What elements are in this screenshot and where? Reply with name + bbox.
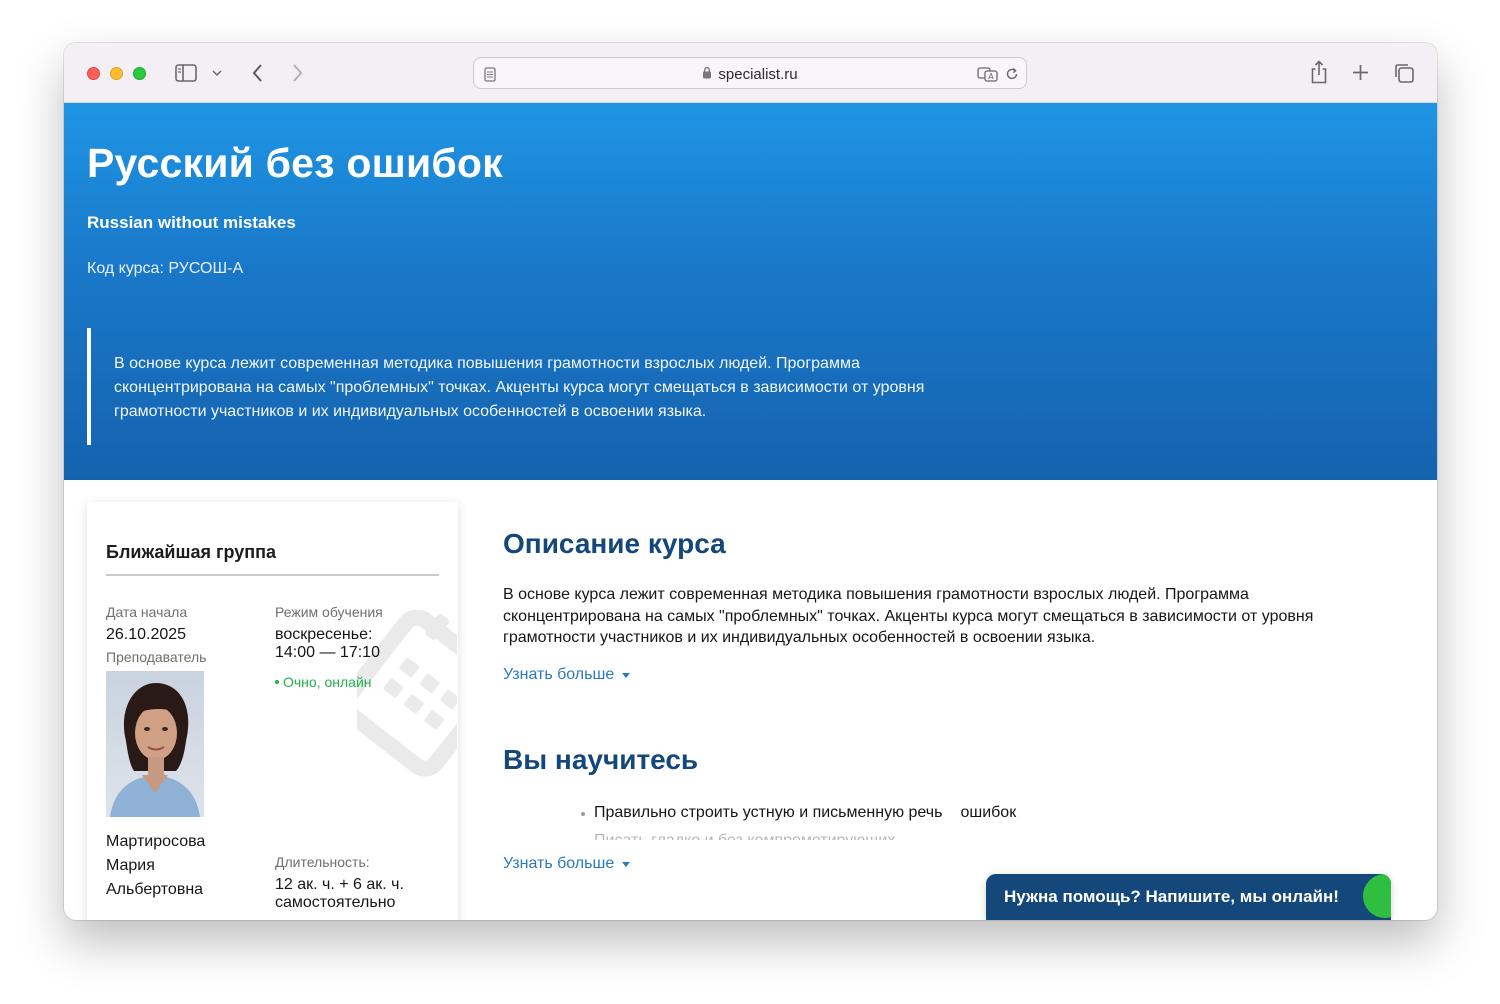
browser-toolbar: specialist.ru A xyxy=(64,43,1437,103)
duration-self-study: самостоятельно xyxy=(275,894,396,911)
hero-quote: В основе курса лежит современная методик… xyxy=(114,355,925,420)
description-heading: Описание курса xyxy=(503,528,726,559)
learn-item-text: Правильно строить устную и письменную ре… xyxy=(594,804,943,821)
teacher-name[interactable]: Мартиросова Мария Альбертовна xyxy=(106,830,246,902)
zoom-window-button[interactable] xyxy=(133,67,146,80)
chevron-down-icon[interactable] xyxy=(210,67,224,79)
start-date-value: 26.10.2025 xyxy=(106,626,187,643)
learn-more-label: Узнать больше xyxy=(503,855,615,872)
address-bar-content: specialist.ru xyxy=(474,58,1026,90)
learn-item-text-tail: ошибок xyxy=(960,804,1017,821)
description-more-link[interactable]: Узнать больше xyxy=(503,666,631,684)
browser-window: specialist.ru A Русский без ошибок Russi… xyxy=(64,43,1437,920)
list-item: Правильно строить устную и письменную ре… xyxy=(581,799,1181,827)
close-window-button[interactable] xyxy=(87,67,100,80)
translate-icon[interactable]: A xyxy=(977,66,999,82)
nearest-group-card: Ближайшая группа Дата начала 26.10.2025 … xyxy=(87,502,458,920)
study-mode-label: Режим обучения xyxy=(275,604,383,620)
study-format: Очно, онлайн xyxy=(275,674,372,690)
card-divider xyxy=(106,574,439,576)
svg-text:A: A xyxy=(988,72,994,81)
sidebar-toggle-icon[interactable] xyxy=(174,62,198,84)
description-text: В основе курса лежит современная методик… xyxy=(503,586,1314,646)
schedule-day: воскресенье: xyxy=(275,626,373,643)
list-item: Писать гладко и без компрометирующих xyxy=(581,827,1181,840)
card-title: Ближайшая группа xyxy=(106,542,277,562)
learn-heading: Вы научитесь xyxy=(503,744,699,775)
duration-value: 12 ак. ч. + 6 ак. ч. xyxy=(275,876,404,893)
forward-icon[interactable] xyxy=(288,62,306,84)
chat-widget-button[interactable]: Нужна помощь? Напишите, мы онлайн! xyxy=(986,874,1391,920)
page-subtitle: Russian without mistakes xyxy=(87,213,296,232)
schedule-time: 14:00 — 17:10 xyxy=(275,644,380,661)
tab-overview-icon[interactable] xyxy=(1392,61,1416,85)
teacher-photo[interactable] xyxy=(106,671,204,817)
lock-icon xyxy=(702,66,712,83)
learn-more-link[interactable]: Узнать больше xyxy=(503,855,631,873)
start-date-label: Дата начала xyxy=(106,604,188,620)
caret-down-icon xyxy=(622,672,631,678)
chat-widget-label: Нужна помощь? Напишите, мы онлайн! xyxy=(1004,887,1339,906)
duration-label: Длительность: xyxy=(275,854,370,870)
share-icon[interactable] xyxy=(1308,59,1330,85)
url-text: specialist.ru xyxy=(718,65,798,83)
page-title: Русский без ошибок xyxy=(87,140,503,186)
hero-banner: Русский без ошибок Russian without mista… xyxy=(64,103,1437,480)
learn-list: Правильно строить устную и письменную ре… xyxy=(581,799,1181,840)
online-indicator xyxy=(1363,874,1391,918)
reload-icon[interactable] xyxy=(1004,66,1020,82)
address-bar[interactable]: specialist.ru A xyxy=(473,57,1027,89)
quote-bar xyxy=(87,328,91,445)
status-dot-icon xyxy=(275,680,279,684)
caret-down-icon xyxy=(622,861,631,867)
back-icon[interactable] xyxy=(248,62,266,84)
description-more-label: Узнать больше xyxy=(503,666,615,683)
minimize-window-button[interactable] xyxy=(110,67,123,80)
study-format-label: Очно, онлайн xyxy=(283,674,372,690)
course-code: Код курса: РУСОШ-А xyxy=(87,260,244,277)
new-tab-icon[interactable] xyxy=(1350,62,1370,82)
teacher-label: Преподаватель xyxy=(106,649,207,665)
